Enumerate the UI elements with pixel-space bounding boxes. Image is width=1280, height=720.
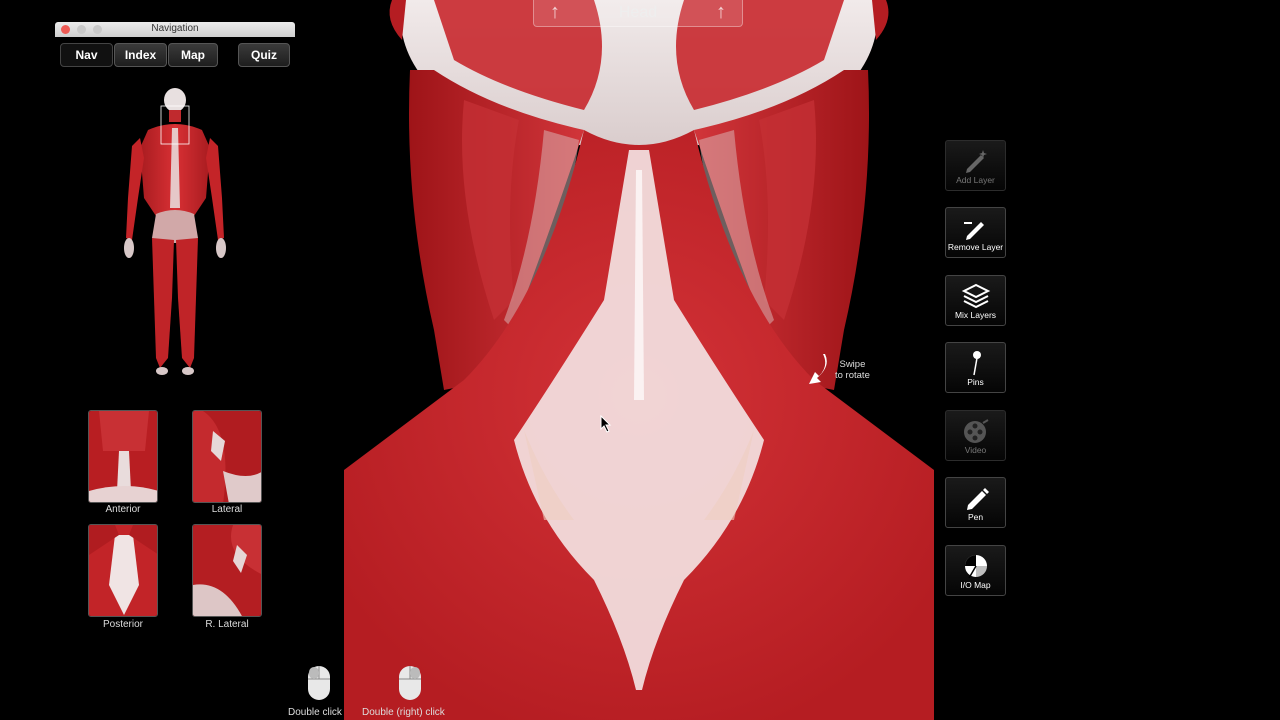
tab-nav[interactable]: Nav — [60, 43, 113, 67]
tab-index[interactable]: Index — [114, 43, 167, 67]
mouse-cursor-icon — [600, 415, 612, 433]
swipe-to-rotate-hint: Swipe to rotate — [805, 352, 895, 392]
pen-icon — [967, 488, 989, 510]
tab-map[interactable]: Map — [168, 43, 218, 67]
pins-label: Pins — [967, 377, 984, 387]
swipe-hint-line2: to rotate — [835, 370, 870, 381]
up-arrow-icon[interactable]: ↑ — [716, 1, 726, 24]
view-thumb-posterior[interactable] — [88, 524, 158, 617]
body-figure-map[interactable] — [120, 88, 230, 378]
mouse-icon — [308, 666, 330, 700]
up-arrow-icon[interactable]: ↑ — [550, 1, 560, 24]
io-map-label: I/O Map — [960, 580, 991, 590]
view-label-lateral: Lateral — [211, 504, 243, 515]
add-layer-button[interactable]: Add Layer — [945, 140, 1006, 191]
navigation-titlebar[interactable]: Navigation — [55, 22, 295, 37]
add-layer-label: Add Layer — [956, 175, 995, 185]
add-layer-icon — [966, 150, 987, 173]
mix-layers-button[interactable]: Mix Layers — [945, 275, 1006, 326]
mix-layers-label: Mix Layers — [954, 310, 997, 320]
view-thumb-anterior[interactable] — [88, 410, 158, 503]
view-thumb-lateral[interactable] — [192, 410, 262, 503]
view-label-posterior: Posterior — [102, 619, 143, 630]
double-right-click-hint: Double (right) click — [362, 707, 445, 718]
film-reel-icon — [964, 419, 989, 443]
window-title: Navigation — [151, 23, 199, 34]
pin-icon — [973, 351, 981, 376]
view-label-anterior: Anterior — [105, 504, 141, 515]
pins-button[interactable]: Pins — [945, 342, 1006, 393]
remove-layer-label: Remove Layer — [947, 242, 1004, 252]
tab-quiz[interactable]: Quiz — [238, 43, 290, 67]
layers-icon — [961, 283, 991, 309]
rotate-arrow-icon — [809, 354, 827, 384]
view-thumb-r-lateral[interactable] — [192, 524, 262, 617]
head-navigation-label[interactable]: ↑ Head ↑ — [533, 0, 743, 27]
pen-label: Pen — [967, 512, 984, 522]
video-button[interactable]: Video — [945, 410, 1006, 461]
swipe-hint-line1: Swipe — [839, 359, 866, 370]
remove-layer-button[interactable]: Remove Layer — [945, 207, 1006, 258]
io-map-button[interactable]: I/O Map — [945, 545, 1006, 596]
double-click-hint: Double click — [288, 707, 342, 718]
mouse-icon — [399, 666, 421, 700]
region-label: Head — [618, 4, 658, 21]
remove-layer-icon — [964, 222, 984, 240]
pen-button[interactable]: Pen — [945, 477, 1006, 528]
video-label: Video — [964, 445, 987, 455]
view-label-r-lateral: R. Lateral — [205, 619, 249, 630]
io-map-icon — [965, 555, 987, 579]
